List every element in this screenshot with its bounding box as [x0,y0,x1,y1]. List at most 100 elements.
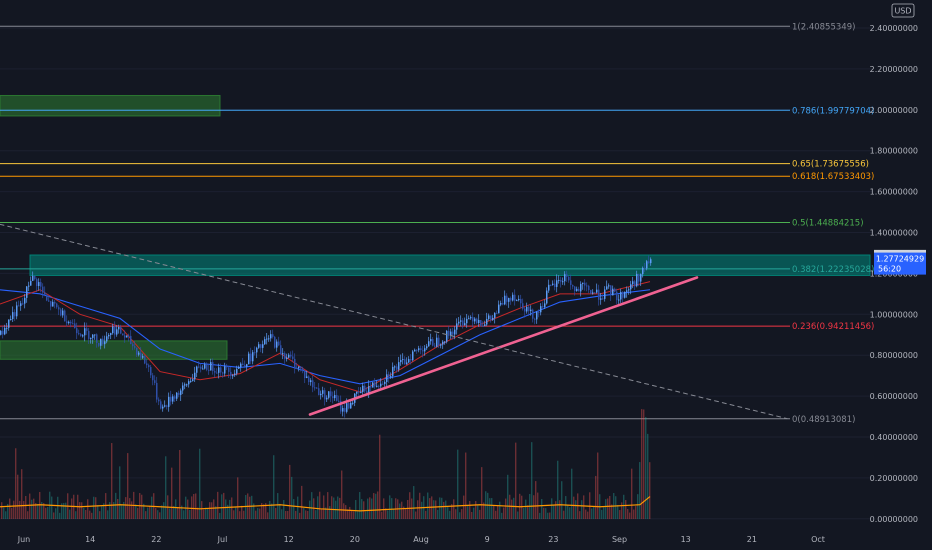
volume-bar [69,509,71,519]
candle-body [478,320,480,324]
candle-body [492,317,494,320]
volume-bar [177,506,179,519]
candle-body [160,401,162,409]
lower-demand-zone[interactable] [0,340,228,360]
volume-bar [217,491,219,519]
volume-bar [571,468,573,519]
volume-bar [99,511,101,519]
trendlines[interactable] [0,223,788,420]
volume-bar [201,501,203,519]
candle-body [284,353,286,360]
candle-body [8,319,10,328]
ascending-trendline[interactable] [308,276,699,416]
candle-body [116,329,118,335]
descending-trendline[interactable] [0,223,788,420]
candle-body [194,372,196,380]
candle-body [60,309,62,316]
volume-bar [109,502,111,519]
candle-body [204,364,206,369]
candle-body [398,362,400,370]
volume-bar [357,511,359,519]
candle-body [618,299,620,301]
candle-body [4,327,6,335]
candle-body [300,366,302,369]
candle-body [192,379,194,381]
fib-label-0: 0(0.48913081) [792,415,855,425]
candle-body [416,349,418,351]
candle-body [70,321,72,324]
volume-bar [231,497,233,519]
candle-body [412,351,414,361]
volume-bar [75,511,77,519]
volume-bar [47,507,49,519]
time-axis[interactable]: Jun 14 22 Jul 12 20 Aug 9 23 Sep 13 21 Oct [17,535,825,544]
volume-bar [399,503,401,519]
volume-bar [323,495,325,519]
volume-bar [87,499,89,519]
volume-bar [509,494,511,519]
candle-body [250,353,252,362]
volume-bar [573,496,575,519]
candle-body [596,289,598,293]
candle-body [84,328,86,336]
candle-body [424,348,426,352]
support-zone[interactable] [29,254,871,276]
candle-body [624,291,626,298]
candle-body [30,280,32,286]
candle-body [32,275,34,281]
candle-body [220,367,222,373]
candle-body [174,396,176,399]
volume-bar [533,495,535,519]
volume-bar [271,503,273,519]
candle-body [362,385,364,392]
y-tick-label: 1.40000000 [870,229,918,238]
candle-body [314,387,316,389]
fib-label-1: 1(2.40855349) [792,22,855,32]
volume-bar [433,500,435,519]
candle-body [24,297,26,304]
volume-bar [291,476,293,519]
volume-bar [631,468,633,519]
candle-body [530,309,532,312]
volume-bar [97,505,99,519]
volume-bar [51,496,53,519]
volume-bar [287,511,289,519]
volume-bar [587,511,589,519]
candle-body [144,356,146,364]
candle-body [244,364,246,367]
volume-bar [319,491,321,519]
volume-bar [415,511,417,519]
x-tick-label: Jul [217,535,228,544]
volume-bar [259,508,261,519]
price-chart[interactable]: 1(2.40855349) 0.786(1.99779704) 0.65(1.736… [0,0,932,550]
candle-body [148,365,150,368]
volume-bar [387,510,389,519]
volume-bar [17,474,19,519]
candle-body [178,392,180,395]
volume-bar [79,502,81,519]
volume-bar [405,509,407,519]
volume-bar [525,499,527,519]
candle-body [584,282,586,286]
candle-body [58,307,60,310]
volume-bar [33,498,35,519]
volume-bar [649,462,651,519]
volume-bar [623,494,625,519]
candle-body [184,384,186,386]
volume-bar [237,477,239,519]
volume-bar [421,501,423,519]
volume-bar [289,464,291,519]
upper-demand-zone[interactable] [0,94,221,117]
candle-body [470,317,472,319]
candle-body [580,283,582,292]
candle-body [208,369,210,371]
candle-body [42,286,44,293]
volume-bar [597,452,599,519]
candle-body [422,350,424,352]
volume-bar [439,497,441,519]
volume-bar [125,497,127,519]
volume-bar [315,510,317,519]
volume-bar [95,497,97,519]
candle-body [258,344,260,348]
volume-bar [521,495,523,519]
